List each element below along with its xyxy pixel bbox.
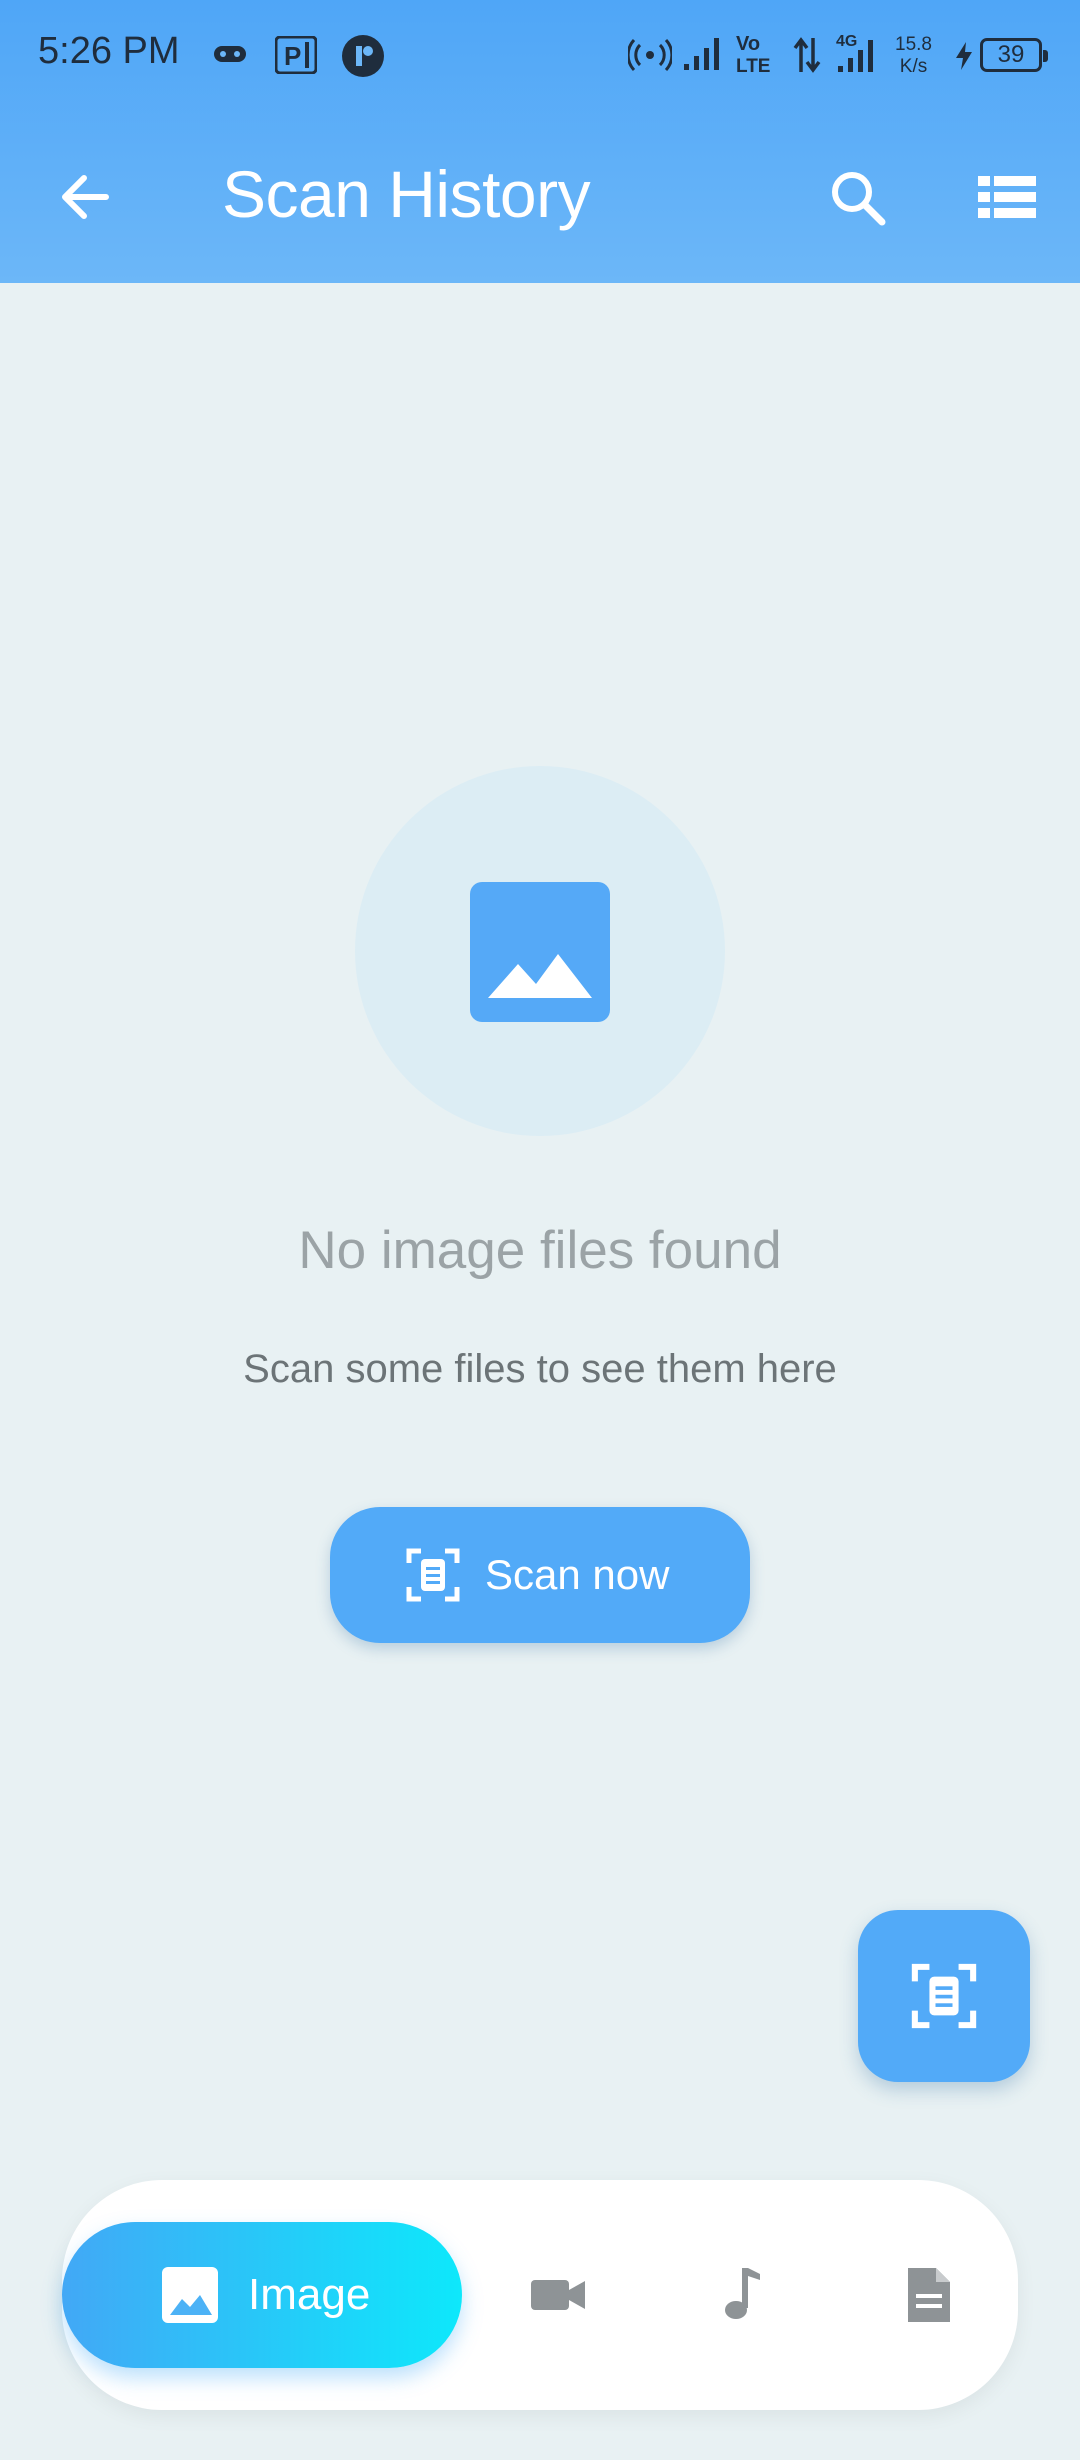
data-transfer-icon [792,36,822,79]
video-icon [527,2280,589,2330]
battery-level: 39 [997,41,1025,68]
list-view-icon [962,176,1052,246]
image-icon [162,2267,218,2328]
game-controller-icon [212,42,248,71]
network-speed: 15.8 K/s [895,34,932,78]
network-speed-unit: K/s [899,56,928,77]
svg-text:Vo: Vo [736,33,760,55]
scan-now-label: Scan now [485,1551,670,1598]
svg-text:LTE: LTE [736,56,770,76]
page-title: Scan History [222,157,591,231]
svg-text:4G: 4G [836,33,857,50]
nav-tab-documents[interactable] [898,2264,960,2326]
parking-app-icon: P [274,35,318,79]
status-time: 5:26 PM [38,30,180,72]
empty-state-subtitle: Scan some files to see them here [243,1347,837,1391]
image-icon [470,882,610,1022]
hotspot-icon [626,38,674,77]
empty-state-title: No image files found [298,1221,782,1280]
scan-document-icon [910,1962,978,2035]
search-button[interactable] [812,152,902,242]
search-icon [812,172,902,246]
bottom-navigation: Image [62,2180,1018,2410]
signal-icon [682,36,726,77]
scan-document-icon [405,1547,461,1613]
charging-icon [952,40,976,77]
scan-fab[interactable] [858,1910,1030,2082]
svg-text:P: P [284,41,301,71]
signal-4g-icon: 4G [834,30,884,79]
nav-tab-image[interactable]: Image [62,2222,462,2368]
status-bar: 5:26 PM P Vo LTE 4G 15.8 K/s 39 [0,0,1080,110]
network-speed-value: 15.8 [895,34,932,55]
nav-tab-video[interactable] [527,2264,589,2326]
back-button[interactable] [40,152,130,242]
volte-icon: Vo LTE [734,30,778,81]
document-icon [898,2268,960,2330]
scan-now-button[interactable]: Scan now [330,1507,750,1643]
music-note-icon [712,2268,774,2330]
battery-icon: 39 [980,38,1048,72]
view-mode-button[interactable] [962,152,1052,242]
nav-tab-audio[interactable] [712,2264,774,2326]
arrow-left-icon [40,175,130,246]
nav-tab-image-label: Image [248,2270,371,2319]
app-logo-icon [341,34,385,83]
app-header: 5:26 PM P Vo LTE 4G 15.8 K/s 39 Scan His… [0,0,1080,283]
